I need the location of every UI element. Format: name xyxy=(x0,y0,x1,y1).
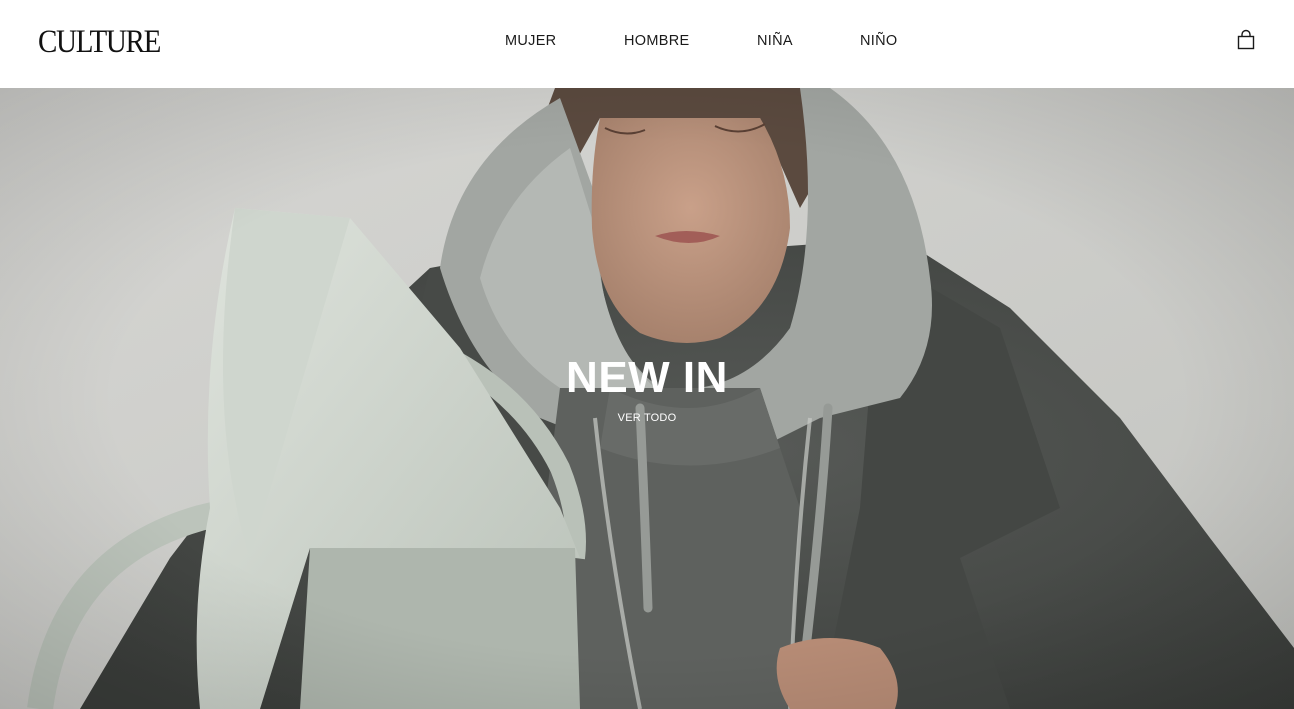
hero-title: NEW IN xyxy=(566,353,728,402)
site-header: CULTURE MUJER HOMBRE NIÑA NIÑO xyxy=(0,0,1294,88)
shopping-bag-icon xyxy=(1237,29,1255,50)
hero-banner[interactable]: NEW IN VER TODO xyxy=(0,88,1294,709)
view-all-link[interactable]: VER TODO xyxy=(618,412,677,425)
nav-item-nina[interactable]: NIÑA xyxy=(757,33,793,49)
main-navigation: MUJER HOMBRE NIÑA NIÑO xyxy=(0,0,1294,88)
hero-content: NEW IN VER TODO xyxy=(0,353,1294,426)
nav-item-mujer[interactable]: MUJER xyxy=(505,33,556,49)
cart-button[interactable] xyxy=(1234,28,1258,54)
nav-item-nino[interactable]: NIÑO xyxy=(860,33,897,49)
nav-item-hombre[interactable]: HOMBRE xyxy=(624,33,689,49)
